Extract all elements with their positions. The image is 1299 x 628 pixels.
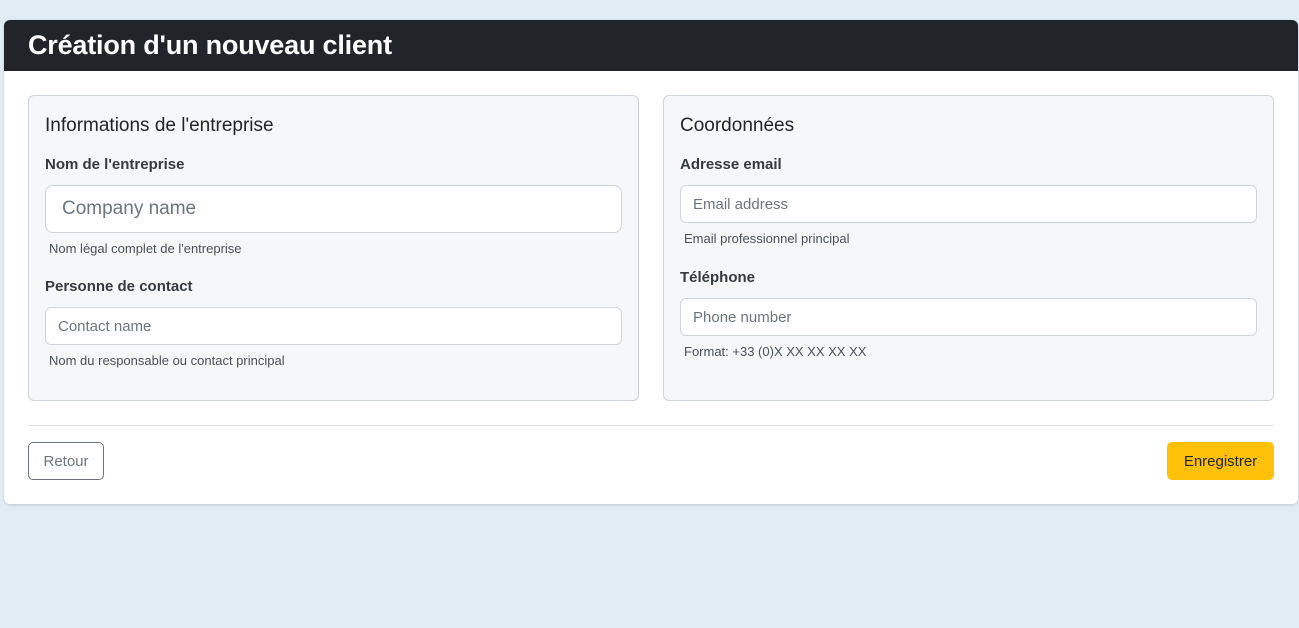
phone-input[interactable]: Phone number bbox=[680, 298, 1257, 336]
company-name-placeholder: Company name bbox=[62, 198, 197, 219]
email-help: Email professionnel principal bbox=[684, 231, 850, 246]
contact-person-help: Nom du responsable ou contact principal bbox=[49, 353, 285, 368]
company-info-panel: Informations de l'entreprise Nom de l'en… bbox=[28, 95, 639, 401]
card-header: Création d'un nouveau client bbox=[4, 20, 1298, 71]
phone-placeholder: Phone number bbox=[693, 308, 792, 326]
contact-section-title: Coordonnées bbox=[680, 115, 795, 136]
phone-help: Format: +33 (0)X XX XX XX XX bbox=[684, 344, 867, 359]
company-section-title: Informations de l'entreprise bbox=[45, 115, 274, 136]
contact-person-label: Personne de contact bbox=[45, 278, 193, 295]
company-name-input[interactable]: Company name bbox=[45, 185, 622, 233]
company-name-help: Nom légal complet de l'entreprise bbox=[49, 241, 242, 256]
save-button[interactable]: Enregistrer bbox=[1167, 442, 1274, 480]
company-name-label: Nom de l'entreprise bbox=[45, 156, 185, 173]
phone-label: Téléphone bbox=[680, 269, 756, 286]
back-button[interactable]: Retour bbox=[28, 442, 104, 480]
new-client-card: Création d'un nouveau client Information… bbox=[4, 20, 1298, 504]
company-name-group: Nom de l'entreprise Company name Nom lég… bbox=[45, 156, 622, 256]
email-input[interactable]: Email address bbox=[680, 185, 1257, 223]
email-group: Adresse email Email address Email profes… bbox=[680, 156, 1257, 246]
footer-divider bbox=[28, 425, 1274, 426]
contact-person-input[interactable]: Contact name bbox=[45, 307, 622, 345]
contact-details-panel: Coordonnées Adresse email Email address … bbox=[663, 95, 1274, 401]
contact-person-group: Personne de contact Contact name Nom du … bbox=[45, 278, 622, 368]
phone-group: Téléphone Phone number Format: +33 (0)X … bbox=[680, 269, 1257, 359]
contact-person-placeholder: Contact name bbox=[58, 317, 152, 335]
page-title: Création d'un nouveau client bbox=[28, 30, 392, 60]
email-label: Adresse email bbox=[680, 156, 782, 173]
email-placeholder: Email address bbox=[693, 195, 789, 213]
